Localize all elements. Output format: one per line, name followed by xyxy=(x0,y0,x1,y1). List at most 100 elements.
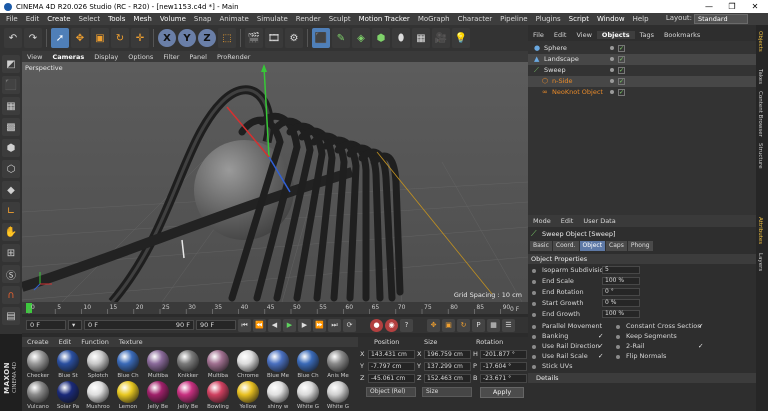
object-menu-view[interactable]: View xyxy=(571,31,596,39)
timeline-ruler[interactable]: 0 5 10 15 20 25 30 35 40 45 50 55 60 65 70 75 80 85 90 0 F xyxy=(22,302,528,314)
menu-tools[interactable]: Tools xyxy=(104,15,129,23)
tab-basic[interactable]: Basic xyxy=(530,241,552,251)
menu-create[interactable]: Create xyxy=(43,15,74,23)
goto-start-icon[interactable]: ⏮ xyxy=(238,318,251,332)
material-swatch[interactable]: Anis Me xyxy=(324,350,352,379)
material-menu-texture[interactable]: Texture xyxy=(114,338,148,346)
material-menu-function[interactable]: Function xyxy=(76,338,114,346)
property-value-field[interactable]: 0 % xyxy=(602,299,640,307)
viewport-menu-display[interactable]: Display xyxy=(89,53,123,61)
render-view-icon[interactable]: 🎬 xyxy=(245,28,263,48)
menu-volume[interactable]: Volume xyxy=(156,15,190,23)
menu-sculpt[interactable]: Sculpt xyxy=(325,15,355,23)
menu-simulate[interactable]: Simulate xyxy=(253,15,292,23)
prev-frame-icon[interactable]: ◀ xyxy=(268,318,281,332)
key-param-icon[interactable]: P xyxy=(472,318,485,332)
size-z-field[interactable]: 152.463 cm xyxy=(424,374,471,383)
material-swatch[interactable]: Checker xyxy=(24,350,52,379)
viewport-menu-options[interactable]: Options xyxy=(123,53,158,61)
checkbox[interactable]: ✓ xyxy=(698,342,703,350)
side-tab-layers[interactable]: Layers xyxy=(757,253,763,271)
axis-y-button[interactable]: Y xyxy=(178,29,196,47)
material-swatch[interactable]: Blue Ch xyxy=(114,350,142,379)
menu-snap[interactable]: Snap xyxy=(190,15,216,23)
maximize-button[interactable]: ❐ xyxy=(721,0,743,13)
visibility-dot[interactable] xyxy=(610,57,614,61)
menu-render[interactable]: Render xyxy=(292,15,325,23)
rotation-b-field[interactable]: -23.671 ° xyxy=(480,374,527,383)
scale-icon[interactable]: ▣ xyxy=(91,28,109,48)
axis-mode-icon[interactable]: ∟ xyxy=(2,202,20,220)
menu-select[interactable]: Select xyxy=(75,15,105,23)
position-z-field[interactable]: -45.061 cm xyxy=(368,374,415,383)
attr-menu-user-data[interactable]: User Data xyxy=(578,217,620,225)
enabled-check[interactable]: ✓ xyxy=(618,67,625,74)
tab-caps[interactable]: Caps xyxy=(606,241,627,251)
side-tab-takes[interactable]: Takes xyxy=(757,69,763,84)
position-x-field[interactable]: 143.431 cm xyxy=(368,350,415,359)
checkbox[interactable]: ✓ xyxy=(698,322,703,330)
axis-z-button[interactable]: Z xyxy=(198,29,216,47)
key-position-icon[interactable]: ✥ xyxy=(427,318,440,332)
key-scale-icon[interactable]: ▣ xyxy=(442,318,455,332)
side-tab-objects[interactable]: Objects xyxy=(757,31,763,52)
menu-motion-tracker[interactable]: Motion Tracker xyxy=(355,15,414,23)
play-icon[interactable]: ▶ xyxy=(283,318,296,332)
next-frame-icon[interactable]: ▶ xyxy=(298,318,311,332)
size-y-field[interactable]: 137.299 cm xyxy=(424,362,471,371)
animate-dot[interactable] xyxy=(616,355,620,359)
current-frame-field[interactable]: 0 F xyxy=(26,320,66,330)
timeline-menu-icon[interactable]: ☰ xyxy=(502,318,515,332)
material-swatch[interactable]: Lemon xyxy=(114,381,142,410)
animate-dot[interactable] xyxy=(532,313,536,317)
magnet-icon[interactable]: ∩ xyxy=(2,286,20,304)
side-tab-attributes[interactable]: Attributes xyxy=(757,217,763,244)
material-swatch[interactable]: Multiba xyxy=(204,350,232,379)
enabled-check[interactable]: ✓ xyxy=(618,45,625,52)
prev-key-icon[interactable]: ⏪ xyxy=(253,318,266,332)
menu-edit[interactable]: Edit xyxy=(22,15,44,23)
material-swatch[interactable]: Blue Ch xyxy=(294,350,322,379)
viewport-menu-filter[interactable]: Filter xyxy=(158,53,184,61)
visibility-dot[interactable] xyxy=(610,90,614,94)
object-row[interactable]: ● Sphere ✓ xyxy=(528,43,756,54)
object-row[interactable]: ⬡ n-Side ✓ xyxy=(528,76,756,87)
menu-pipeline[interactable]: Pipeline xyxy=(496,15,531,23)
make-editable-icon[interactable]: ◩ xyxy=(2,55,20,73)
attr-menu-mode[interactable]: Mode xyxy=(528,217,556,225)
points-mode-icon[interactable]: ⬢ xyxy=(2,139,20,157)
details-section[interactable]: Details xyxy=(528,373,756,383)
material-swatch[interactable]: Vulcano xyxy=(24,381,52,410)
material-swatch[interactable]: Jelly Be xyxy=(144,381,172,410)
viewport-menu-prorender[interactable]: ProRender xyxy=(212,53,255,61)
rotation-p-field[interactable]: -17.604 ° xyxy=(480,362,527,371)
object-row[interactable]: ⟋ Sweep ✓ xyxy=(528,65,756,76)
side-tab-structure[interactable]: Structure xyxy=(757,143,763,169)
material-swatch[interactable]: Mushroo xyxy=(84,381,112,410)
animate-dot[interactable] xyxy=(616,345,620,349)
visibility-dot[interactable] xyxy=(610,46,614,50)
model-mode-icon[interactable]: ⬛ xyxy=(2,76,20,94)
edges-mode-icon[interactable]: ⬡ xyxy=(2,160,20,178)
object-row[interactable]: ∞ NeoKnot Object ✓ xyxy=(528,87,756,98)
solo-icon[interactable]: Ⓢ xyxy=(2,265,20,283)
animate-dot[interactable] xyxy=(532,355,536,359)
material-menu-edit[interactable]: Edit xyxy=(54,338,77,346)
menu-animate[interactable]: Animate xyxy=(216,15,253,23)
undo-icon[interactable]: ↶ xyxy=(4,28,22,48)
polygons-mode-icon[interactable]: ◆ xyxy=(2,181,20,199)
coord-size-select[interactable]: Size xyxy=(422,387,472,397)
menu-window[interactable]: Window xyxy=(593,15,629,23)
material-menu-create[interactable]: Create xyxy=(22,338,54,346)
property-value-field[interactable]: 100 % xyxy=(602,310,640,318)
render-settings-icon[interactable]: ⚙ xyxy=(285,28,303,48)
menu-plugins[interactable]: Plugins xyxy=(532,15,565,23)
material-swatch[interactable]: Jelly Be xyxy=(174,381,202,410)
menu-character[interactable]: Character xyxy=(454,15,497,23)
object-menu-objects[interactable]: Objects xyxy=(596,30,635,39)
close-button[interactable]: ✕ xyxy=(744,0,766,13)
select-arrow-icon[interactable]: ➚ xyxy=(51,28,69,48)
goto-end-icon[interactable]: ⏭ xyxy=(328,318,341,332)
deformer-icon[interactable]: ⬮ xyxy=(392,28,410,48)
material-swatch[interactable]: Bowling xyxy=(204,381,232,410)
